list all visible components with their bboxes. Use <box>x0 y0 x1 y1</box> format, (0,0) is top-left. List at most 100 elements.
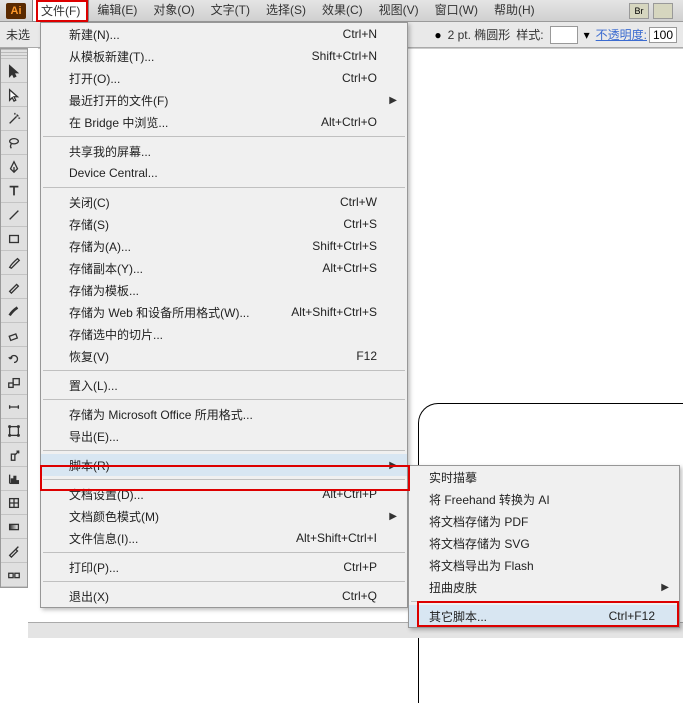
symbol-sprayer-tool[interactable] <box>1 443 27 467</box>
direct-selection-tool[interactable] <box>1 83 27 107</box>
menu-separator <box>43 136 405 137</box>
menu-shortcut: Ctrl+S <box>343 217 377 231</box>
menu-shortcut: Alt+Ctrl+S <box>322 261 377 275</box>
blend-tool[interactable] <box>1 563 27 587</box>
menu-separator <box>43 479 405 480</box>
toolbox-grip[interactable] <box>1 49 27 59</box>
menu-item-label: 打印(P)... <box>69 559 119 576</box>
menu-item[interactable]: 存储为模板... <box>41 279 407 301</box>
menu-item[interactable]: 存储(S) Ctrl+S <box>41 213 407 235</box>
menu-item[interactable]: 文件信息(I)...Alt+Shift+Ctrl+I <box>41 527 407 549</box>
menu-item[interactable]: 文档颜色模式(M)▶ <box>41 505 407 527</box>
menu-item-label: 关闭(C) <box>69 194 110 211</box>
menu-shortcut: Ctrl+F12 <box>609 609 655 623</box>
submenu-item[interactable]: 实时描摹 <box>409 466 679 488</box>
menu-item[interactable]: 新建(N)... Ctrl+N <box>41 23 407 45</box>
menu-item[interactable]: 共享我的屏幕... <box>41 140 407 162</box>
menu-帮助h[interactable]: 帮助(H) <box>486 0 543 22</box>
submenu-item[interactable]: 将 Freehand 转换为 AI <box>409 488 679 510</box>
menu-窗口w[interactable]: 窗口(W) <box>427 0 486 22</box>
menu-separator <box>43 450 405 451</box>
menu-item-label: 新建(N)... <box>69 26 120 43</box>
menu-item-label: 存储为模板... <box>69 282 139 299</box>
stroke-label[interactable]: 2 pt. 椭圆形 <box>448 26 511 43</box>
opacity-label[interactable]: 不透明度: <box>596 26 647 43</box>
eyedropper-tool[interactable] <box>1 539 27 563</box>
paintbrush-tool[interactable] <box>1 251 27 275</box>
menu-item-label: 存储为 Microsoft Office 所用格式... <box>69 406 253 423</box>
submenu-arrow-icon: ▶ <box>389 460 397 471</box>
menu-item-label: 在 Bridge 中浏览... <box>69 114 168 131</box>
magic-wand-tool[interactable] <box>1 107 27 131</box>
free-transform-tool[interactable] <box>1 419 27 443</box>
menu-item[interactable]: 导出(E)... <box>41 425 407 447</box>
menu-item[interactable]: 退出(X)Ctrl+Q <box>41 585 407 607</box>
menu-item[interactable]: 置入(L)... <box>41 374 407 396</box>
lasso-tool[interactable] <box>1 131 27 155</box>
bridge-chip[interactable]: Br <box>629 3 649 19</box>
submenu-item-label: 实时描摹 <box>429 469 477 486</box>
menu-选择s[interactable]: 选择(S) <box>258 0 314 22</box>
menu-item[interactable]: 恢复(V)F12 <box>41 345 407 367</box>
submenu-item[interactable]: 扭曲皮肤▶ <box>409 576 679 598</box>
eraser-tool[interactable] <box>1 323 27 347</box>
menu-item-label: 存储选中的切片... <box>69 326 163 343</box>
gradient-tool[interactable] <box>1 515 27 539</box>
width-tool[interactable] <box>1 395 27 419</box>
menu-item[interactable]: 存储为(A)...Shift+Ctrl+S <box>41 235 407 257</box>
type-tool[interactable] <box>1 179 27 203</box>
menu-item-label: 存储副本(Y)... <box>69 260 143 277</box>
menu-item[interactable]: 打开(O)...Ctrl+O <box>41 67 407 89</box>
submenu-item-label: 将文档存储为 PDF <box>429 513 528 530</box>
pencil-tool[interactable] <box>1 275 27 299</box>
style-dropdown-icon[interactable]: ▾ <box>584 28 590 42</box>
rectangle-tool[interactable] <box>1 227 27 251</box>
menu-item[interactable]: 存储副本(Y)... Alt+Ctrl+S <box>41 257 407 279</box>
app-icon: Ai <box>6 3 26 19</box>
menu-item[interactable]: 从模板新建(T)...Shift+Ctrl+N <box>41 45 407 67</box>
scale-tool[interactable] <box>1 371 27 395</box>
menu-文字t[interactable]: 文字(T) <box>203 0 258 22</box>
menu-item[interactable]: Device Central... <box>41 162 407 184</box>
arrange-chip[interactable] <box>653 3 673 19</box>
menu-item[interactable]: 存储选中的切片... <box>41 323 407 345</box>
menu-编辑e[interactable]: 编辑(E) <box>89 0 145 22</box>
submenu-item[interactable]: 将文档存储为 PDF <box>409 510 679 532</box>
menu-对象o[interactable]: 对象(O) <box>145 0 202 22</box>
menu-item[interactable]: 最近打开的文件(F)▶ <box>41 89 407 111</box>
menu-item-label: 存储(S) <box>69 216 109 233</box>
submenu-item[interactable]: 将文档存储为 SVG <box>409 532 679 554</box>
submenu-arrow-icon: ▶ <box>389 511 397 522</box>
menu-视图v[interactable]: 视图(V) <box>371 0 427 22</box>
selection-label: 未选 <box>6 26 30 43</box>
pen-tool[interactable] <box>1 155 27 179</box>
menu-shortcut: Ctrl+N <box>343 27 377 41</box>
menu-item[interactable]: 打印(P)...Ctrl+P <box>41 556 407 578</box>
mesh-tool[interactable] <box>1 491 27 515</box>
menu-item-label: 文档设置(D)... <box>69 486 144 503</box>
menubar-right: Br <box>629 3 683 19</box>
style-swatch[interactable] <box>550 26 578 44</box>
menu-item[interactable]: 在 Bridge 中浏览...Alt+Ctrl+O <box>41 111 407 133</box>
selection-tool[interactable] <box>1 59 27 83</box>
menu-item[interactable]: 脚本(R)▶ <box>41 454 407 476</box>
menu-item[interactable]: 关闭(C)Ctrl+W <box>41 191 407 213</box>
submenu-item[interactable]: 将文档导出为 Flash <box>409 554 679 576</box>
line-tool[interactable] <box>1 203 27 227</box>
menu-效果c[interactable]: 效果(C) <box>314 0 371 22</box>
file-menu-dropdown: 新建(N)... Ctrl+N 从模板新建(T)...Shift+Ctrl+N打开(… <box>40 22 408 608</box>
rotate-tool[interactable] <box>1 347 27 371</box>
graph-tool[interactable] <box>1 467 27 491</box>
menu-item[interactable]: 存储为 Web 和设备所用格式(W)...Alt+Shift+Ctrl+S <box>41 301 407 323</box>
menu-separator <box>43 552 405 553</box>
menu-shortcut: Alt+Ctrl+P <box>322 487 377 501</box>
menu-shortcut: Ctrl+O <box>342 71 377 85</box>
opacity-field[interactable]: 100 <box>649 27 677 43</box>
submenu-item[interactable]: 其它脚本...Ctrl+F12 <box>409 605 679 627</box>
toolbox <box>0 48 28 588</box>
menu-item[interactable]: 文档设置(D)... Alt+Ctrl+P <box>41 483 407 505</box>
menu-文件f[interactable]: 文件(F) <box>32 0 89 22</box>
menu-item[interactable]: 存储为 Microsoft Office 所用格式... <box>41 403 407 425</box>
blob-brush-tool[interactable] <box>1 299 27 323</box>
menu-separator <box>43 581 405 582</box>
